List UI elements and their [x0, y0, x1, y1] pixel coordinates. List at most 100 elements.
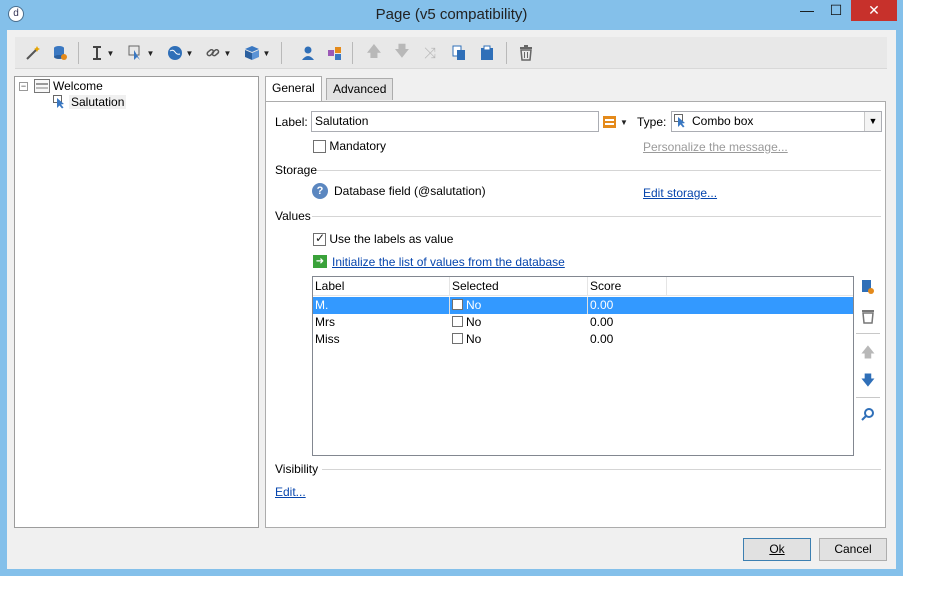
tree-item-salutation[interactable]: Salutation — [53, 94, 127, 110]
storage-field-text: Database field (@salutation) — [334, 184, 486, 198]
collapse-toggle[interactable]: − — [19, 81, 28, 91]
row-score: 0.00 — [590, 315, 614, 329]
mandatory-checkbox[interactable] — [313, 140, 326, 154]
maximize-button[interactable]: ☐ — [822, 0, 850, 21]
column-header-selected[interactable]: Selected — [452, 279, 499, 293]
package-icon[interactable]: ▼ — [240, 42, 274, 64]
page-tree: − Welcome Salutation — [14, 76, 259, 528]
minimize-button[interactable]: — — [793, 0, 821, 21]
visibility-section-title: Visibility — [275, 462, 319, 476]
storage-section-title: Storage — [275, 163, 318, 177]
ok-button[interactable]: Ok — [743, 538, 811, 561]
person-icon[interactable] — [298, 42, 318, 64]
toolbar: ▼ ▼ ▼ ▼ ▼ 🡅 🡇 ⤨ — [15, 37, 887, 69]
type-caption: Type: — [637, 115, 667, 129]
move-up-icon[interactable]: 🡅 — [860, 343, 876, 361]
page-icon — [34, 79, 50, 93]
row-label: Mrs — [315, 315, 335, 329]
label-input[interactable]: Salutation — [311, 111, 599, 132]
input-control-icon[interactable]: ▼ — [124, 42, 158, 64]
row-label: Miss — [315, 332, 340, 346]
column-separator — [666, 277, 667, 296]
database-icon[interactable] — [49, 42, 71, 64]
combo-box-cursor-icon — [53, 95, 67, 109]
mandatory-checkbox-row[interactable]: Mandatory — [313, 139, 387, 154]
cancel-button-label: Cancel — [834, 542, 872, 556]
delete-icon[interactable] — [516, 42, 536, 64]
globe-icon[interactable]: ▼ — [163, 42, 197, 64]
row-score: 0.00 — [590, 332, 614, 346]
edit-storage-link[interactable]: Edit storage... — [643, 186, 717, 200]
row-score: 0.00 — [590, 298, 614, 312]
table-row[interactable]: Miss No 0.00 — [313, 331, 853, 348]
column-separator — [449, 297, 450, 314]
row-label: M. — [315, 298, 329, 312]
page-dialog-window: d Page (v5 compatibility) — ☐ ✕ ▼ ▼ ▼ ▼ … — [0, 0, 903, 576]
cancel-button[interactable]: Cancel — [819, 538, 887, 561]
row-selected-cell[interactable]: No — [452, 315, 481, 329]
type-select[interactable]: Combo box ▼ — [671, 111, 882, 132]
mandatory-label: Mandatory — [329, 139, 387, 153]
shuffle-icon[interactable]: ⤨ — [420, 42, 440, 64]
personalization-menu-icon[interactable]: ▼ — [603, 114, 629, 130]
section-divider — [312, 216, 881, 217]
tree-item-label: Welcome — [53, 79, 103, 93]
values-grid: Label Selected Score M. No 0.00 Mrs No 0… — [312, 276, 854, 456]
copy-icon[interactable] — [449, 42, 469, 64]
initialize-values-link[interactable]: Initialize the list of values from the d… — [332, 255, 565, 269]
help-icon: ? — [312, 183, 328, 199]
search-icon[interactable] — [860, 407, 876, 425]
row-selected-checkbox[interactable] — [452, 299, 463, 310]
type-select-value: Combo box — [692, 114, 754, 128]
row-selected-cell[interactable]: No — [452, 332, 481, 346]
row-selected-value: No — [466, 332, 482, 346]
window-title: Page (v5 compatibility) — [375, 6, 528, 23]
use-labels-checkbox[interactable] — [313, 231, 326, 247]
personalize-message-link[interactable]: Personalize the message... — [643, 140, 788, 154]
toolbar-separator — [281, 42, 282, 64]
tree-item-welcome[interactable]: − Welcome — [19, 78, 103, 94]
toolbar-separator — [352, 42, 353, 64]
column-header-label[interactable]: Label — [315, 279, 344, 293]
move-down-icon[interactable]: 🡇 — [392, 42, 412, 64]
section-divider — [322, 469, 881, 470]
row-selected-checkbox[interactable] — [452, 316, 463, 327]
grid-header: Label Selected Score — [313, 277, 853, 296]
row-selected-checkbox[interactable] — [452, 333, 463, 344]
section-divider — [317, 170, 881, 171]
edit-visibility-link[interactable]: Edit... — [275, 485, 306, 499]
add-value-icon[interactable] — [860, 279, 876, 297]
tree-item-label: Salutation — [69, 95, 127, 109]
move-down-icon[interactable]: 🡇 — [860, 371, 876, 389]
add-person-icon[interactable] — [325, 42, 345, 64]
column-separator — [587, 297, 588, 314]
label-caption: Label: — [275, 115, 308, 129]
title-bar[interactable]: d Page (v5 compatibility) — ☐ ✕ — [0, 0, 903, 30]
row-selected-cell[interactable]: No — [452, 298, 481, 312]
column-separator — [587, 277, 588, 296]
move-up-icon[interactable]: 🡅 — [364, 42, 384, 64]
side-toolbar-separator — [856, 333, 880, 334]
insert-field-icon[interactable]: ▼ — [85, 42, 119, 64]
delete-value-icon[interactable] — [860, 308, 876, 326]
link-icon[interactable]: ▼ — [201, 42, 235, 64]
magic-wand-icon[interactable] — [23, 42, 43, 64]
use-labels-label: Use the labels as value — [329, 232, 454, 246]
side-toolbar-separator — [856, 397, 880, 398]
close-button[interactable]: ✕ — [851, 0, 897, 21]
row-selected-value: No — [466, 298, 482, 312]
column-separator — [449, 277, 450, 296]
use-labels-checkbox-row[interactable]: Use the labels as value — [313, 231, 454, 247]
table-row[interactable]: M. No 0.00 — [313, 297, 853, 314]
dialog-client-area: ▼ ▼ ▼ ▼ ▼ 🡅 🡇 ⤨ − Welcome Salutation Gen… — [7, 30, 896, 569]
toolbar-separator — [506, 42, 507, 64]
table-row[interactable]: Mrs No 0.00 — [313, 314, 853, 331]
chevron-down-icon[interactable]: ▼ — [864, 112, 881, 131]
column-header-score[interactable]: Score — [590, 279, 621, 293]
toolbar-separator — [78, 42, 79, 64]
values-section-title: Values — [275, 209, 311, 223]
green-arrow-icon: ➜ — [313, 255, 327, 268]
tab-advanced[interactable]: Advanced — [326, 78, 394, 100]
tab-general[interactable]: General — [265, 76, 322, 101]
paste-icon[interactable] — [477, 42, 497, 64]
